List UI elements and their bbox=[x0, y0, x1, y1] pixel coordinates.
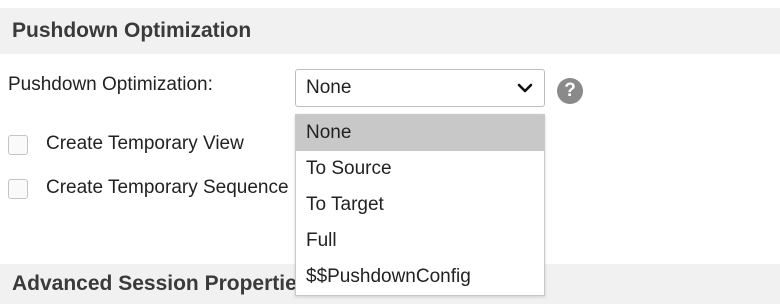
pushdown-options-dropdown[interactable]: None To Source To Target Full $$Pushdown… bbox=[295, 114, 545, 296]
select-value: None bbox=[306, 77, 352, 98]
option-full[interactable]: Full bbox=[296, 223, 544, 259]
option-to-source[interactable]: To Source bbox=[296, 151, 544, 187]
help-icon[interactable]: ? bbox=[557, 78, 583, 104]
checkbox-label: Create Temporary View bbox=[46, 133, 244, 154]
chevron-down-icon bbox=[517, 83, 533, 93]
section-header-pushdown: Pushdown Optimization bbox=[0, 8, 780, 54]
pushdown-optimization-select[interactable]: None bbox=[295, 69, 545, 107]
create-temporary-sequence-checkbox[interactable] bbox=[8, 179, 28, 199]
create-temporary-view-checkbox[interactable] bbox=[8, 135, 28, 155]
option-pushdown-config[interactable]: $$PushdownConfig bbox=[296, 259, 544, 295]
checkbox-label: Create Temporary Sequence bbox=[46, 177, 289, 198]
option-none[interactable]: None bbox=[296, 115, 544, 151]
option-to-target[interactable]: To Target bbox=[296, 187, 544, 223]
pushdown-optimization-label: Pushdown Optimization: bbox=[8, 74, 213, 95]
